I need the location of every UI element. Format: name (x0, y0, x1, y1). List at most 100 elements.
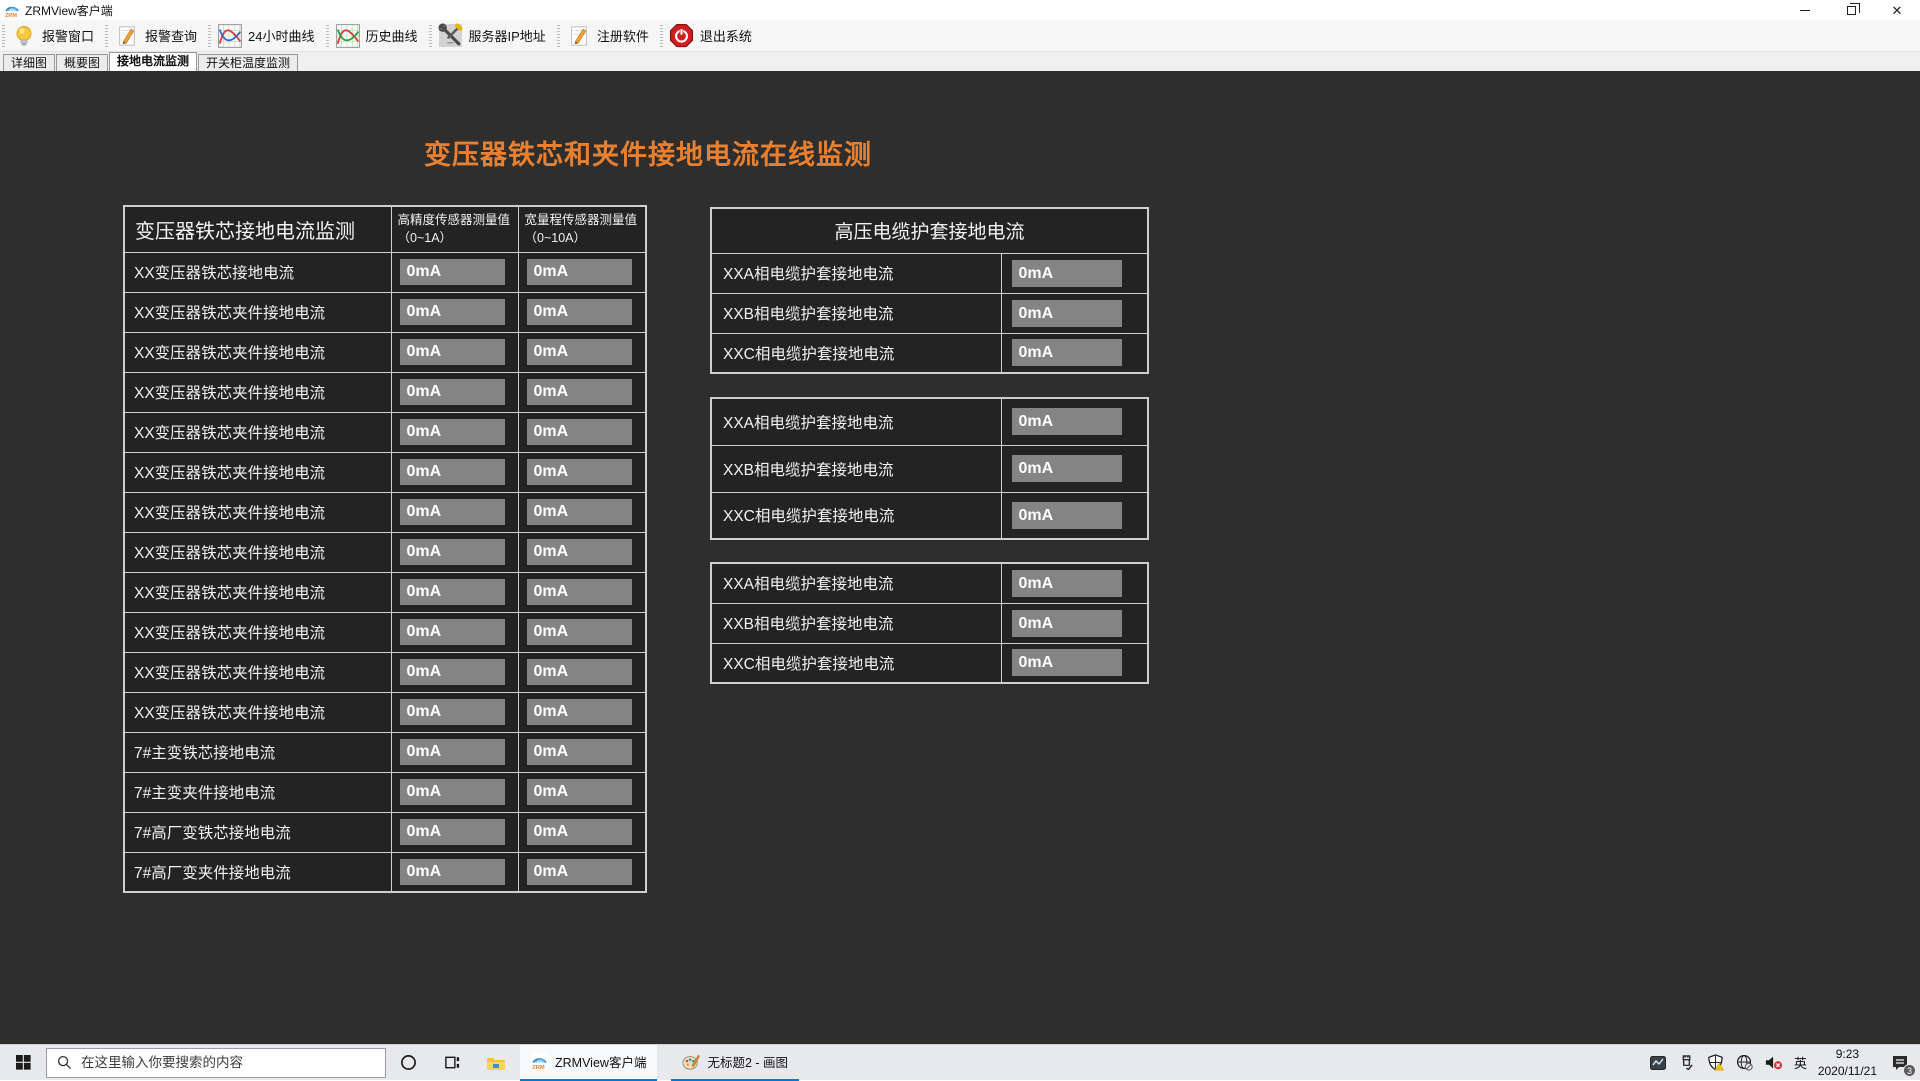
value-box: 0mA (1012, 455, 1122, 482)
value-box: 0mA (1012, 502, 1122, 529)
security-shield-tray-icon[interactable] (1707, 1052, 1725, 1074)
value-box: 0mA (527, 299, 632, 325)
minimize-button[interactable] (1782, 0, 1828, 20)
high-precision-cell: 0mA (391, 612, 518, 652)
volume-muted-tray-icon[interactable] (1765, 1052, 1783, 1074)
toolbar-item-label: 退出系统 (700, 26, 752, 45)
taskbar-app-zrmview[interactable]: ZRM ZRMView客户端 (520, 1045, 657, 1081)
value-box: 0mA (400, 459, 505, 485)
server-tools-icon (438, 23, 464, 49)
value-box: 0mA (527, 619, 632, 645)
monitor-page: 变压器铁芯和夹件接地电流在线监测 变压器铁芯接地电流监测 高精度传感器测量值（0… (0, 71, 1920, 1044)
table-row: XX变压器铁芯夹件接地电流0mA0mA (124, 492, 646, 532)
tab-switchgear-temp-monitor[interactable]: 开关柜温度监测 (198, 54, 298, 71)
high-precision-cell: 0mA (391, 772, 518, 812)
ime-indicator[interactable]: 英 (1794, 1053, 1807, 1072)
value-box: 0mA (527, 779, 632, 805)
wide-range-cell: 0mA (518, 692, 646, 732)
history-curves-icon (335, 23, 361, 49)
row-label: XXA相电缆护套接地电流 (711, 253, 1001, 293)
table-row: XX变压器铁芯夹件接地电流0mA0mA (124, 692, 646, 732)
clock-date: 2020/11/21 (1818, 1064, 1877, 1078)
table-header-row: 变压器铁芯接地电流监测 高精度传感器测量值（0~1A） 宽量程传感器测量值（0~… (124, 206, 646, 252)
value-cell: 0mA (1001, 253, 1148, 293)
core-table-body: XX变压器铁芯接地电流0mA0mAXX变压器铁芯夹件接地电流0mA0mAXX变压… (124, 252, 646, 892)
row-label: XX变压器铁芯夹件接地电流 (124, 572, 391, 612)
toolbar-server-ip-button[interactable]: 服务器IP地址 (434, 21, 555, 51)
value-box: 0mA (527, 499, 632, 525)
task-view-button[interactable] (430, 1045, 474, 1081)
value-cell: 0mA (1001, 563, 1148, 603)
row-label: XXA相电缆护套接地电流 (711, 563, 1001, 603)
task-manager-tray-icon[interactable] (1649, 1052, 1667, 1074)
network-globe-tray-icon[interactable] (1736, 1052, 1754, 1074)
value-box: 0mA (527, 579, 632, 605)
row-label: XX变压器铁芯夹件接地电流 (124, 292, 391, 332)
table-row: XXB相电缆护套接地电流0mA (711, 445, 1148, 492)
row-label: XX变压器铁芯夹件接地电流 (124, 652, 391, 692)
restore-button[interactable] (1828, 0, 1874, 20)
row-label: XX变压器铁芯夹件接地电流 (124, 332, 391, 372)
taskbar-search[interactable] (46, 1048, 386, 1078)
toolbar-gripper (429, 25, 432, 47)
high-precision-cell: 0mA (391, 732, 518, 772)
high-precision-cell: 0mA (391, 692, 518, 732)
task-view-icon (444, 1054, 461, 1071)
action-center-button[interactable]: 3 (1888, 1052, 1912, 1074)
toolbar: 报警窗口 报警查询 24小时曲线 (0, 20, 1920, 52)
toolbar-alarm-query-button[interactable]: 报警查询 (110, 21, 206, 51)
value-box: 0mA (400, 579, 505, 605)
close-button[interactable]: ✕ (1874, 0, 1920, 20)
register-pencil-icon (566, 23, 592, 49)
cable-table-header: 高压电缆护套接地电流 (711, 208, 1148, 253)
toolbar-gripper (326, 25, 329, 47)
table-row: XX变压器铁芯夹件接地电流0mA0mA (124, 372, 646, 412)
wide-range-column-header: 宽量程传感器测量值（0~10A） (518, 206, 646, 252)
cortana-button[interactable] (386, 1045, 430, 1081)
value-cell: 0mA (1001, 333, 1148, 373)
wide-range-cell: 0mA (518, 572, 646, 612)
row-label: XXC相电缆护套接地电流 (711, 643, 1001, 683)
toolbar-register-software-button[interactable]: 注册软件 (562, 21, 658, 51)
high-precision-cell: 0mA (391, 332, 518, 372)
window-titlebar: ZRM ZRMView客户端 ✕ (0, 0, 1920, 20)
toolbar-alarm-window-button[interactable]: 报警窗口 (7, 21, 103, 51)
taskbar: ZRM ZRMView客户端 无标题2 - 画图 (0, 1044, 1920, 1080)
value-box: 0mA (400, 339, 505, 365)
high-precision-cell: 0mA (391, 412, 518, 452)
table-row: XX变压器铁芯夹件接地电流0mA0mA (124, 452, 646, 492)
value-box: 0mA (400, 619, 505, 645)
tab-detail-view[interactable]: 详细图 (3, 54, 55, 71)
row-label: 7#高厂变夹件接地电流 (124, 852, 391, 892)
search-input[interactable] (81, 1055, 361, 1070)
toolbar-24h-curve-button[interactable]: 24小时曲线 (213, 21, 323, 51)
start-button[interactable] (0, 1045, 46, 1081)
svg-text:ZRM: ZRM (5, 13, 17, 18)
clock[interactable]: 9:23 2020/11/21 (1818, 1046, 1877, 1078)
paint-app-icon (682, 1053, 700, 1071)
taskbar-app-label: 无标题2 - 画图 (707, 1052, 788, 1071)
taskbar-app-paint[interactable]: 无标题2 - 画图 (671, 1045, 799, 1081)
table-row: 7#高厂变夹件接地电流0mA0mA (124, 852, 646, 892)
table-row: 7#高厂变铁芯接地电流0mA0mA (124, 812, 646, 852)
table-row: XX变压器铁芯夹件接地电流0mA0mA (124, 532, 646, 572)
value-box: 0mA (400, 699, 505, 725)
toolbar-history-curve-button[interactable]: 历史曲线 (331, 21, 427, 51)
table-row: XX变压器铁芯接地电流0mA0mA (124, 252, 646, 292)
tab-ground-current-monitor[interactable]: 接地电流监测 (109, 52, 197, 71)
row-label: 7#主变铁芯接地电流 (124, 732, 391, 772)
tab-overview[interactable]: 概要图 (56, 54, 108, 71)
usb-device-tray-icon[interactable] (1678, 1052, 1696, 1074)
toolbar-item-label: 24小时曲线 (248, 26, 314, 45)
row-label: XXC相电缆护套接地电流 (711, 333, 1001, 373)
notification-count-badge: 3 (1903, 1064, 1916, 1077)
file-explorer-button[interactable] (474, 1045, 518, 1081)
row-label: XX变压器铁芯夹件接地电流 (124, 492, 391, 532)
value-box: 0mA (400, 779, 505, 805)
value-box: 0mA (1012, 610, 1122, 637)
system-tray: 英 9:23 2020/11/21 3 (1649, 1046, 1920, 1078)
svg-text:ZRM: ZRM (532, 1065, 545, 1070)
table-row: XX变压器铁芯夹件接地电流0mA0mA (124, 332, 646, 372)
row-label: XX变压器铁芯接地电流 (124, 252, 391, 292)
toolbar-exit-system-button[interactable]: 退出系统 (665, 21, 761, 51)
